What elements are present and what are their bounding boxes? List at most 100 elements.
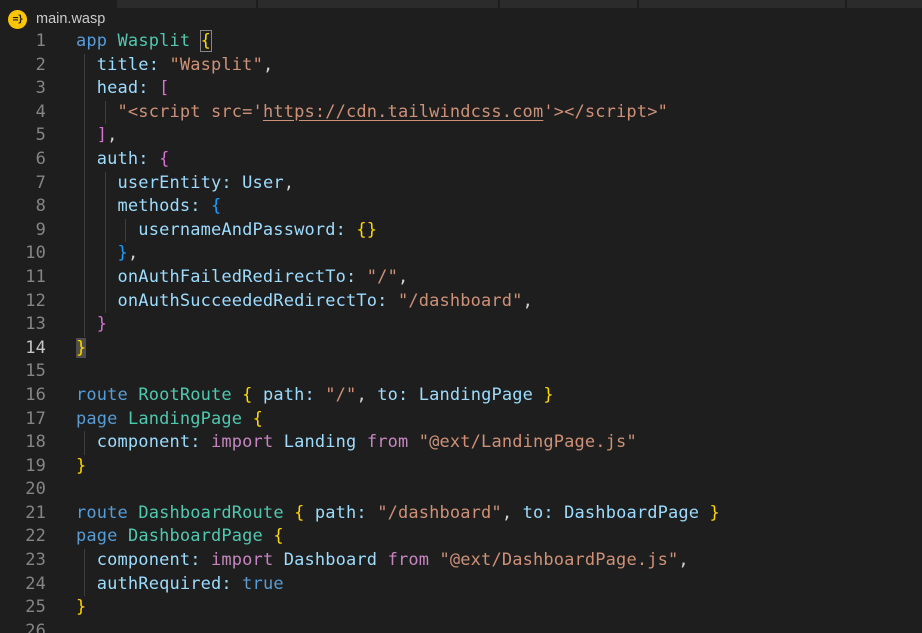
line-number: 21 [0, 502, 46, 526]
code-line[interactable]: 9 usernameAndPassword: {} [0, 219, 922, 243]
code-line[interactable]: 3 head: [ [0, 77, 922, 101]
code-token [367, 503, 377, 523]
line-number: 2 [0, 54, 46, 78]
code-token: { [273, 526, 283, 546]
code-token: true [242, 574, 284, 594]
code-line-content: "<script src='https://cdn.tailwindcss.co… [76, 101, 668, 125]
code-token: , [128, 243, 138, 263]
code-line[interactable]: 26 [0, 620, 922, 633]
code-token: auth: [76, 149, 149, 169]
code-line[interactable]: 17page LandingPage { [0, 408, 922, 432]
code-line-content: } [76, 337, 86, 361]
line-number: 9 [0, 219, 46, 243]
tab-separator [637, 0, 639, 8]
code-token [356, 267, 366, 287]
code-token [232, 574, 242, 594]
code-token: from [367, 432, 419, 452]
code-token: "/dashboard" [377, 503, 502, 523]
indent-guide [84, 573, 85, 597]
code-token: } [76, 597, 86, 617]
code-line[interactable]: 20 [0, 478, 922, 502]
code-token: } [76, 338, 86, 358]
code-line[interactable]: 22page DashboardPage { [0, 525, 922, 549]
line-number: 25 [0, 596, 46, 620]
code-line[interactable]: 1app Wasplit { [0, 30, 922, 54]
code-token: , [107, 125, 117, 145]
code-token: from [388, 550, 440, 570]
code-token: authRequired: [76, 574, 232, 594]
code-line[interactable]: 14} [0, 337, 922, 361]
code-line[interactable]: 7 userEntity: User, [0, 172, 922, 196]
code-line[interactable]: 25} [0, 596, 922, 620]
code-line-content: route RootRoute { path: "/", to: Landing… [76, 384, 554, 408]
code-line[interactable]: 19} [0, 455, 922, 479]
file-name-label[interactable]: main.wasp [36, 11, 105, 27]
indent-guide [84, 77, 85, 101]
line-number: 14 [0, 337, 46, 361]
code-line[interactable]: 21 route DashboardRoute { path: "/dashboa… [0, 502, 922, 526]
code-token: title: [76, 55, 159, 75]
indent-guide [84, 290, 85, 314]
code-line[interactable]: 10 }, [0, 242, 922, 266]
code-line-content: route DashboardRoute { path: "/dashboard… [76, 502, 720, 526]
active-tab-edge[interactable] [0, 0, 117, 8]
code-token: { [294, 503, 315, 523]
code-line[interactable]: 11 onAuthFailedRedirectTo: "/", [0, 266, 922, 290]
indent-guide [105, 266, 106, 290]
wasp-file-icon: =} [8, 10, 27, 29]
code-token [149, 78, 159, 98]
code-line[interactable]: 8 methods: { [0, 195, 922, 219]
code-line[interactable]: 15 [0, 360, 922, 384]
code-token: import [211, 550, 284, 570]
code-line[interactable]: 23 component: import Dashboard from "@ex… [0, 549, 922, 573]
code-token: User [242, 173, 284, 193]
code-line[interactable]: 6 auth: { [0, 148, 922, 172]
code-token: route [76, 503, 138, 523]
indent-guide [84, 195, 85, 219]
line-number: 12 [0, 290, 46, 314]
code-token: "/dashboard" [398, 291, 523, 311]
code-line[interactable]: 5 ], [0, 124, 922, 148]
indent-guide [84, 242, 85, 266]
code-line[interactable]: 18 component: import Landing from "@ext/… [0, 431, 922, 455]
line-number: 6 [0, 148, 46, 172]
code-area[interactable]: 1app Wasplit {2 title: "Wasplit",3 head:… [0, 30, 922, 633]
code-token: { [242, 385, 263, 405]
code-token [201, 550, 211, 570]
code-token: DashboardPage [128, 526, 273, 546]
code-token [346, 220, 356, 240]
code-line[interactable]: 16route RootRoute { path: "/", to: Landi… [0, 384, 922, 408]
indent-guide [105, 290, 106, 314]
line-number: 13 [0, 313, 46, 337]
code-token: , [284, 173, 294, 193]
code-token: , [263, 55, 273, 75]
code-line-content: page LandingPage { [76, 408, 263, 432]
code-line[interactable]: 24 authRequired: true [0, 573, 922, 597]
code-token: page [76, 409, 128, 429]
code-token: } [76, 456, 86, 476]
code-token: usernameAndPassword: [76, 220, 346, 240]
code-token: "@ext/LandingPage.js" [419, 432, 637, 452]
code-token: RootRoute [138, 385, 242, 405]
code-token: { [211, 196, 221, 216]
indent-guide [105, 101, 106, 125]
code-token: to: [523, 503, 554, 523]
code-token [554, 503, 564, 523]
indent-guide [84, 54, 85, 78]
code-token: '></script>" [543, 102, 668, 122]
code-token: path: [315, 503, 367, 523]
code-line[interactable]: 12 onAuthSucceededRedirectTo: "/dashboar… [0, 290, 922, 314]
indent-guide [105, 172, 106, 196]
code-token [408, 385, 418, 405]
code-line[interactable]: 13 } [0, 313, 922, 337]
code-token: { [201, 31, 211, 51]
code-token [388, 291, 398, 311]
code-token: LandingPage [419, 385, 544, 405]
tab-bar[interactable] [0, 0, 922, 8]
line-number: 23 [0, 549, 46, 573]
code-token: LandingPage [128, 409, 253, 429]
code-token: Landing [284, 432, 367, 452]
code-line[interactable]: 2 title: "Wasplit", [0, 54, 922, 78]
code-token: Wasplit [118, 31, 201, 51]
code-line[interactable]: 4 "<script src='https://cdn.tailwindcss.… [0, 101, 922, 125]
